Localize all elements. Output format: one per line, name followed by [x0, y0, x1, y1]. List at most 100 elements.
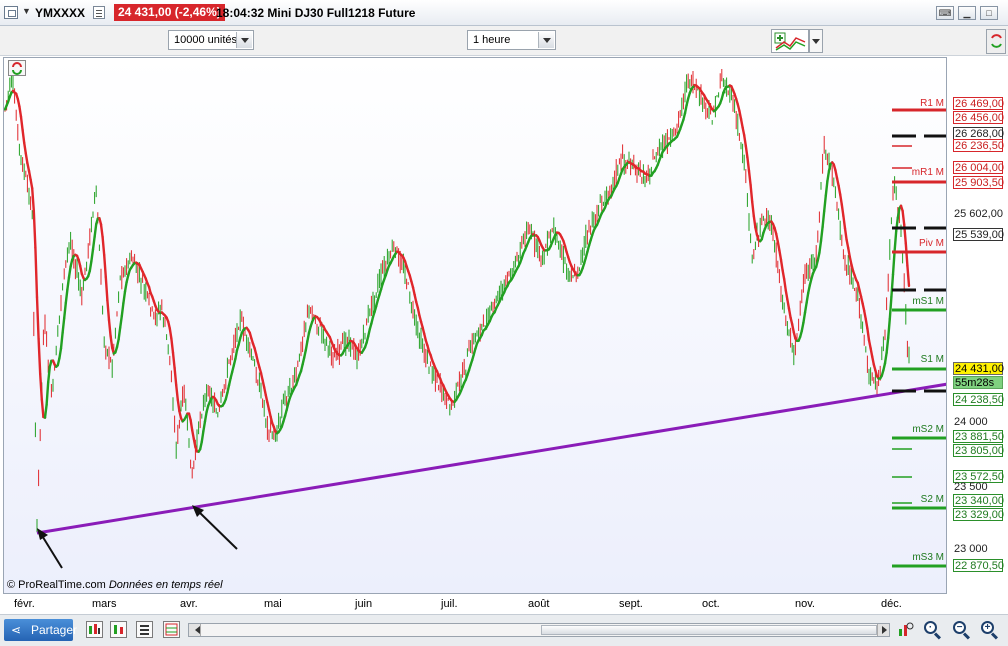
candle-countdown: 55m28s — [953, 376, 1003, 389]
indicator-dropdown[interactable] — [809, 29, 823, 53]
moving-average-segment — [122, 290, 127, 305]
price-chart[interactable] — [4, 58, 947, 594]
moving-average-segment — [863, 309, 867, 321]
moving-average-segment — [306, 331, 311, 343]
moving-average-segment — [168, 327, 173, 340]
timeframe-select-value: 1 heure — [473, 34, 511, 46]
moving-average-segment — [824, 179, 829, 197]
price-axis-label: 26 004,00 — [953, 161, 1004, 174]
moving-average-segment — [837, 184, 842, 196]
moving-average-segment — [18, 105, 23, 118]
chevron-down-icon[interactable]: ▼ — [22, 6, 31, 16]
date-axis-label: mai — [264, 598, 282, 610]
timeframe-select[interactable]: 1 heure — [467, 30, 556, 50]
moving-average-segment — [805, 291, 810, 305]
chevron-down-icon[interactable] — [538, 32, 554, 48]
moving-average-segment — [32, 209, 37, 249]
moving-average-segment — [887, 317, 891, 340]
instrument-title: 18:04:32 Mini DJ30 Full1218 Future — [216, 6, 416, 20]
moving-average-segment — [47, 365, 51, 384]
moving-average-segment — [800, 321, 805, 333]
moving-average-segment — [834, 168, 839, 180]
moving-average-segment — [776, 240, 781, 252]
table-icon[interactable] — [163, 621, 180, 638]
scroll-right-button[interactable] — [877, 624, 889, 636]
moving-average-segment — [21, 128, 26, 145]
indicator-settings-icon[interactable] — [86, 621, 103, 638]
zoom-out-icon[interactable]: − — [952, 620, 972, 640]
moving-average-segment — [27, 169, 32, 181]
moving-average-segment — [802, 311, 807, 324]
moving-average-segment — [786, 298, 791, 310]
moving-average-segment — [891, 249, 896, 276]
price-axis-label: 23 000 — [954, 543, 988, 555]
moving-average-segment — [904, 242, 909, 267]
scrollbar-thumb[interactable] — [541, 625, 877, 635]
candlestick-series — [4, 68, 910, 533]
horizontal-scrollbar[interactable] — [188, 623, 890, 637]
moving-average-segment — [819, 225, 824, 243]
window-icon[interactable] — [4, 6, 18, 19]
price-change-badge: 24 431,00 (-2,46%) — [114, 4, 225, 21]
minimize-icon[interactable]: ▁ — [958, 6, 976, 20]
title-bar: ▼ YMXXXX 24 431,00 (-2,46%) 18:04:32 Min… — [0, 0, 1008, 26]
candles-icon[interactable] — [110, 621, 127, 638]
date-axis-label: févr. — [14, 598, 35, 610]
moving-average-segment — [120, 301, 125, 318]
copyright-notice: © ProRealTime.com Données en temps réel — [7, 579, 223, 591]
moving-average-segment — [34, 246, 39, 299]
moving-average-segment — [843, 227, 848, 241]
moving-average-segment — [190, 428, 196, 440]
zoom-fit-icon[interactable]: · — [923, 620, 943, 640]
arrow-annotation[interactable] — [37, 528, 63, 569]
moving-average-segment — [683, 104, 688, 115]
scroll-left-button[interactable] — [189, 624, 201, 636]
keyboard-icon[interactable]: ⌨ — [936, 6, 954, 20]
price-axis-label: 23 329,00 — [953, 508, 1004, 521]
units-select[interactable]: 10000 unités — [168, 30, 254, 50]
date-axis-label: avr. — [180, 598, 198, 610]
moving-average-segment — [747, 169, 752, 187]
pivot-level-label: mR1 M — [911, 167, 944, 178]
price-axis-label: 26 469,00 — [953, 97, 1004, 110]
date-axis-label: août — [528, 598, 550, 610]
moving-average-segment — [123, 280, 128, 293]
moving-average-segment — [174, 383, 180, 402]
date-axis-label: oct. — [702, 598, 720, 610]
maximize-icon[interactable]: □ — [980, 6, 998, 20]
share-button-label: Partager — [31, 623, 78, 637]
moving-average-segment — [847, 246, 851, 259]
moving-average-segment — [171, 351, 176, 370]
moving-average-segment — [890, 273, 895, 299]
arrow-annotation[interactable] — [192, 505, 238, 550]
moving-average-segment — [749, 183, 754, 203]
price-axis[interactable]: 26 469,00 26 456,00 26 268,00 26 236,50 26 0… — [948, 57, 1008, 594]
price-axis-label: 23 881,50 — [953, 430, 1004, 443]
add-indicator-button[interactable] — [771, 29, 809, 53]
moving-average-segment — [104, 275, 109, 302]
chart-area[interactable]: © ProRealTime.com Données en temps réel … — [3, 57, 947, 594]
moving-average-segment — [170, 337, 175, 354]
info-icon[interactable] — [93, 6, 105, 19]
moving-average-segment — [19, 115, 24, 132]
moving-average-segment — [818, 239, 823, 255]
price-axis-label: 25 903,50 — [953, 176, 1004, 189]
list-icon[interactable] — [136, 621, 153, 638]
moving-average-segment — [234, 349, 239, 361]
moving-average-segment — [31, 187, 35, 212]
moving-average-segment — [61, 316, 66, 334]
chart-settings-icon[interactable] — [897, 621, 914, 638]
moving-average-segment — [63, 301, 67, 320]
symbol-name[interactable]: YMXXXX — [35, 6, 85, 20]
moving-average-segment — [791, 323, 795, 334]
side-panel-button[interactable] — [986, 29, 1006, 54]
moving-average-segment — [91, 235, 96, 251]
moving-average-segment — [784, 289, 789, 301]
moving-average-segment — [90, 248, 95, 263]
refresh-icon[interactable] — [8, 60, 26, 76]
share-button[interactable]: ⋖ Partager — [4, 619, 77, 641]
chevron-down-icon[interactable] — [236, 32, 252, 48]
moving-average-segment — [885, 336, 890, 355]
price-axis-label: 23 500 — [954, 481, 988, 493]
zoom-in-icon[interactable]: + — [980, 620, 1000, 640]
